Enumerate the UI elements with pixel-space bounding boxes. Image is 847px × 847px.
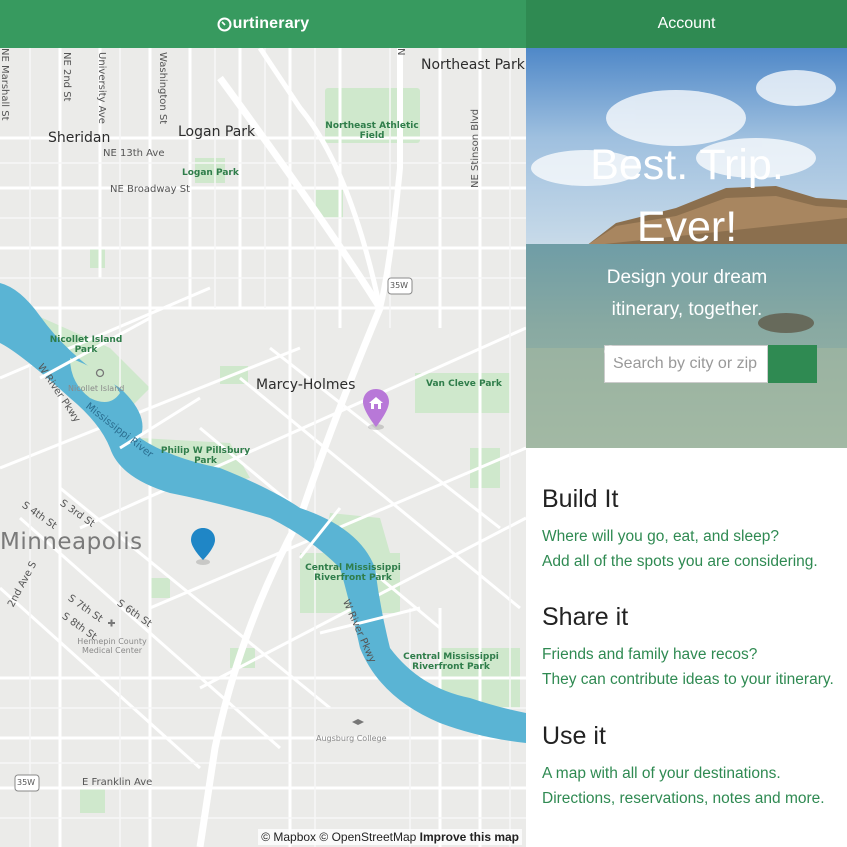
map-attribution: © Mapbox © OpenStreetMap Improve this ma… bbox=[258, 829, 522, 845]
feature-line: Friends and family have recos? bbox=[542, 646, 758, 663]
map-label-marshall: NE Marshall St bbox=[0, 48, 10, 121]
map-label-van-cleve: Van Cleve Park bbox=[426, 379, 502, 389]
map-label-minneapolis: Minneapolis bbox=[0, 529, 143, 555]
map-label-marcy-holmes: Marcy-Holmes bbox=[256, 377, 356, 393]
map-label-university: University Ave bbox=[96, 52, 107, 124]
account-link[interactable]: Account bbox=[658, 15, 716, 33]
feature-share-it: Share it Friends and family have recos? … bbox=[542, 603, 834, 692]
map-label-ne-2nd: NE 2nd St bbox=[61, 52, 72, 102]
map-label-hennepin: Hennepin County Medical Center bbox=[77, 637, 147, 655]
map-label-nicollet-island: Nicollet Island bbox=[68, 384, 125, 393]
search-input[interactable] bbox=[604, 345, 768, 383]
account-bar: Account bbox=[526, 0, 847, 48]
map-label-central-miss-2: Central Mississippi Riverfront Park bbox=[403, 652, 499, 672]
improve-map-link[interactable]: Improve this map bbox=[420, 830, 519, 844]
map-label-ne-broadway: NE Broadway St bbox=[110, 184, 190, 195]
hero-subtitle-line1: Design your dream bbox=[606, 267, 768, 288]
hero-subtitle-line2: itinerary, together. bbox=[611, 299, 763, 320]
home-marker-icon[interactable] bbox=[361, 387, 391, 431]
search-form bbox=[604, 345, 817, 383]
mapbox-link[interactable]: © Mapbox bbox=[261, 830, 316, 844]
feature-line: Add all of the spots you are considering… bbox=[542, 553, 818, 570]
hero-title: Best. Trip. Ever! bbox=[526, 134, 847, 258]
logo-o-icon bbox=[217, 17, 232, 32]
map-label-sheridan: Sheridan bbox=[48, 130, 111, 146]
map-label-ne-athletic: Northeast Athletic Field bbox=[325, 121, 419, 141]
hero-subtitle: Design your dream itinerary, together. bbox=[526, 262, 847, 326]
feature-heading: Use it bbox=[542, 722, 606, 750]
osm-link[interactable]: © OpenStreetMap bbox=[319, 830, 416, 844]
map-label-n-short: N bbox=[395, 48, 406, 56]
map-canvas bbox=[0, 48, 526, 847]
map-shield-35w: 35W bbox=[390, 281, 409, 290]
feature-line: Directions, reservations, notes and more… bbox=[542, 790, 825, 807]
logo-text: urtinerary bbox=[232, 15, 310, 32]
info-panel: Best. Trip. Ever! Design your dream itin… bbox=[526, 48, 847, 847]
map-label-logan-park-park: Logan Park bbox=[182, 168, 239, 178]
map-label-logan-park: Logan Park bbox=[178, 124, 256, 140]
map-label-augsburg: Augsburg College bbox=[316, 734, 387, 743]
brand-bar: urtinerary bbox=[0, 0, 526, 48]
map-shield-35w-2: 35W bbox=[17, 778, 36, 787]
map-label-ne-stinson: NE Stinson Blvd bbox=[470, 108, 481, 188]
map-label-washington: Washington St bbox=[157, 52, 168, 125]
map-label-franklin: E Franklin Ave bbox=[82, 777, 153, 788]
feature-heading: Share it bbox=[542, 603, 629, 631]
feature-heading: Build It bbox=[542, 485, 619, 513]
hero-title-line1: Best. Trip. bbox=[590, 141, 784, 189]
hero-banner: Best. Trip. Ever! Design your dream itin… bbox=[526, 48, 847, 448]
map-view[interactable]: Northeast Park Sheridan Logan Park NE 13… bbox=[0, 48, 526, 847]
map-label-northeast-park: Northeast Park bbox=[421, 57, 525, 73]
map-label-ne-13th: NE 13th Ave bbox=[103, 148, 165, 159]
feature-line: They can contribute ideas to your itiner… bbox=[542, 671, 834, 688]
map-pin-icon[interactable] bbox=[189, 526, 217, 566]
top-bar: urtinerary Account bbox=[0, 0, 847, 48]
app-logo[interactable]: urtinerary bbox=[217, 15, 310, 33]
map-label-pillsbury: Philip W Pillsbury Park bbox=[160, 446, 251, 466]
hero-title-line2: Ever! bbox=[636, 203, 738, 251]
feature-use-it: Use it A map with all of your destinatio… bbox=[542, 722, 825, 811]
feature-line: Where will you go, eat, and sleep? bbox=[542, 528, 779, 545]
feature-build-it: Build It Where will you go, eat, and sle… bbox=[542, 485, 818, 574]
map-label-central-miss-1: Central Mississippi Riverfront Park bbox=[305, 563, 401, 583]
map-label-nicollet-island-park: Nicollet Island Park bbox=[49, 335, 123, 355]
feature-line: A map with all of your destinations. bbox=[542, 765, 781, 782]
search-button[interactable] bbox=[604, 345, 817, 383]
